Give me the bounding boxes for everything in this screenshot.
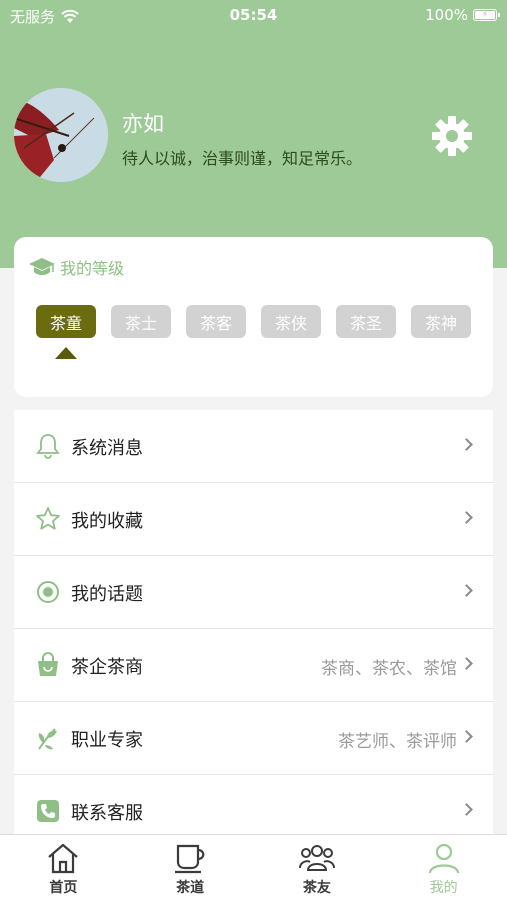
graduation-cap-icon — [29, 258, 55, 275]
level-chip-tea-knight[interactable]: 茶侠 — [261, 305, 321, 338]
star-icon — [34, 505, 62, 533]
status-bar: 无服务 05:54 100% ⚡ — [0, 0, 507, 30]
friends-icon — [298, 841, 335, 875]
menu-item-subtitle: 茶艺师、茶评师 — [338, 732, 457, 752]
menu-item-tea-merchants[interactable]: 茶企茶商 茶商、茶农、茶馆 — [14, 629, 493, 702]
phone-icon — [34, 797, 62, 825]
battery-icon: ⚡ — [473, 9, 500, 21]
avatar[interactable] — [14, 88, 108, 182]
menu-list: 系统消息 我的收藏 我的话题 茶企茶商 茶商、茶农、茶馆 职业专家 茶艺师、茶评… — [14, 410, 493, 848]
tab-home[interactable]: 首页 — [0, 835, 127, 900]
level-chip-tea-sage[interactable]: 茶圣 — [336, 305, 396, 338]
tab-label: 茶友 — [302, 880, 331, 896]
level-chip-tea-guest[interactable]: 茶客 — [186, 305, 246, 338]
menu-item-label: 职业专家 — [71, 730, 143, 751]
chevron-right-icon — [460, 803, 473, 816]
menu-item-label: 联系客服 — [71, 803, 143, 824]
menu-item-subtitle: 茶商、茶农、茶馆 — [321, 659, 457, 679]
menu-item-label: 系统消息 — [71, 438, 143, 459]
level-list: 茶童 茶士 茶客 茶侠 茶圣 茶神 — [36, 305, 471, 338]
profile-section: 亦如 待人以诚，治事则谨，知足常乐。 — [14, 88, 494, 184]
target-icon — [34, 578, 62, 606]
battery-percentage: 100% — [425, 6, 468, 24]
tab-label: 茶道 — [176, 880, 205, 896]
level-card: 我的等级 茶童 茶士 茶客 茶侠 茶圣 茶神 — [14, 237, 493, 397]
chevron-right-icon — [460, 511, 473, 524]
menu-item-label: 我的话题 — [71, 584, 143, 605]
menu-item-system-messages[interactable]: 系统消息 — [14, 410, 493, 483]
level-chip-tea-god[interactable]: 茶神 — [411, 305, 471, 338]
user-name: 亦如 — [122, 112, 164, 136]
user-motto: 待人以诚，治事则谨，知足常乐。 — [122, 149, 363, 168]
chevron-right-icon — [460, 438, 473, 451]
tab-label: 首页 — [49, 880, 78, 896]
level-title-label: 我的等级 — [60, 259, 125, 278]
menu-item-my-favorites[interactable]: 我的收藏 — [14, 483, 493, 556]
chevron-right-icon — [460, 730, 473, 743]
chevron-right-icon — [460, 584, 473, 597]
chevron-right-icon — [460, 657, 473, 670]
leaf-icon — [34, 724, 62, 752]
tab-tea-friends[interactable]: 茶友 — [254, 835, 381, 900]
battery-indicator: 100% ⚡ — [425, 6, 500, 24]
tab-label: 我的 — [429, 880, 458, 896]
bottom-tab-bar: 首页 茶道 茶友 我的 — [0, 834, 507, 900]
user-icon — [426, 841, 462, 875]
bell-icon — [34, 432, 62, 460]
home-icon — [45, 841, 81, 875]
menu-item-label: 我的收藏 — [71, 511, 143, 532]
tab-mine[interactable]: 我的 — [380, 835, 507, 900]
gear-icon[interactable] — [430, 114, 474, 158]
tab-tea-way[interactable]: 茶道 — [127, 835, 254, 900]
menu-item-experts[interactable]: 职业专家 茶艺师、茶评师 — [14, 702, 493, 775]
shopping-bag-icon — [34, 651, 62, 679]
current-level-pointer — [55, 347, 77, 359]
menu-item-my-topics[interactable]: 我的话题 — [14, 556, 493, 629]
tea-cup-icon — [172, 841, 208, 875]
level-chip-tea-scholar[interactable]: 茶士 — [111, 305, 171, 338]
level-title: 我的等级 — [28, 255, 124, 279]
level-chip-tea-boy[interactable]: 茶童 — [36, 305, 96, 338]
menu-item-label: 茶企茶商 — [71, 657, 143, 678]
